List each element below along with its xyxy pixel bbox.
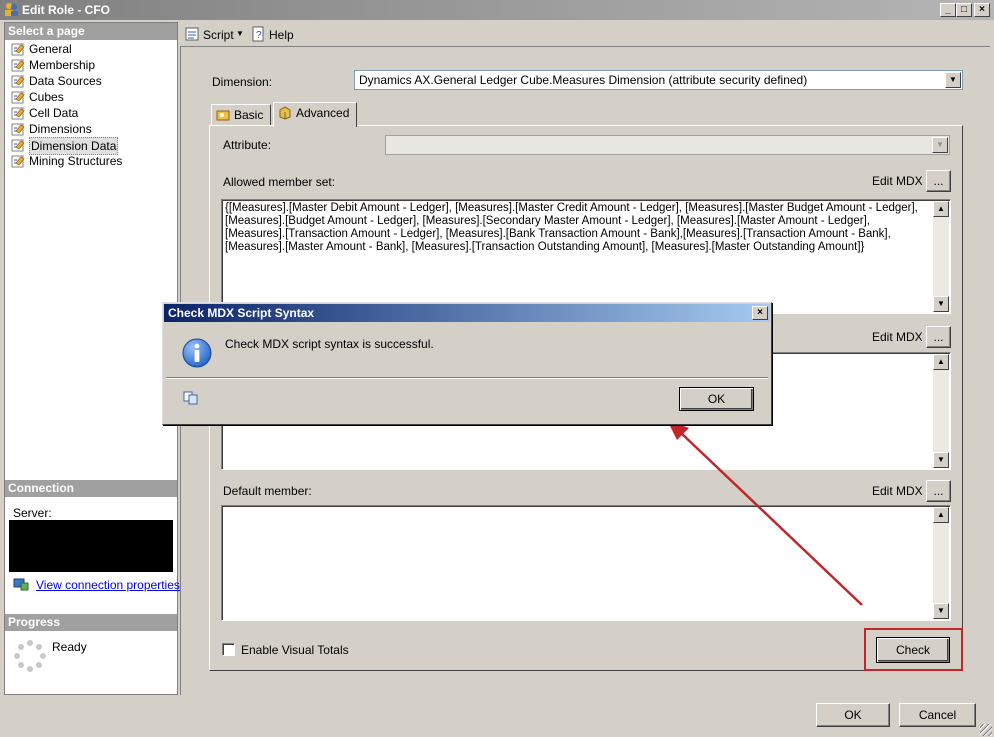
maximize-button[interactable]: □ bbox=[956, 3, 972, 17]
page-icon bbox=[11, 139, 25, 152]
page-icon bbox=[11, 155, 25, 168]
tab-basic-label: Basic bbox=[234, 108, 264, 122]
scroll-down-icon[interactable]: ▼ bbox=[933, 452, 949, 468]
dimension-label: Dimension: bbox=[212, 75, 273, 89]
scroll-down-icon[interactable]: ▼ bbox=[933, 296, 949, 312]
resize-grip[interactable] bbox=[980, 724, 992, 736]
page-icon bbox=[11, 43, 25, 56]
visual-totals-label: Enable Visual Totals bbox=[241, 643, 349, 657]
help-label: Help bbox=[269, 28, 294, 42]
advanced-tab-icon bbox=[279, 106, 291, 120]
basic-tab-icon bbox=[216, 110, 230, 121]
toolbar: Script ▼ ? Help bbox=[180, 22, 994, 46]
attribute-select[interactable]: ▼ bbox=[385, 135, 950, 155]
annotation-highlight-box bbox=[864, 628, 963, 671]
ok-button[interactable]: OK bbox=[816, 703, 890, 727]
sidebar-item-label: Cell Data bbox=[29, 106, 79, 120]
allowed-member-set-label: Allowed member set: bbox=[223, 175, 336, 189]
server-name-redacted bbox=[9, 520, 173, 572]
tab-advanced-label: Advanced bbox=[296, 106, 350, 120]
sidebar-item-label: Mining Structures bbox=[29, 154, 123, 168]
progress-spinner-icon bbox=[14, 640, 46, 672]
default-edit-mdx-button[interactable]: ... bbox=[926, 480, 951, 502]
help-icon: ? bbox=[252, 26, 264, 42]
page-icon bbox=[11, 59, 25, 72]
sidebar-item-mining-structures[interactable]: Mining Structures bbox=[9, 153, 175, 169]
edit-mdx-label: Edit MDX bbox=[872, 174, 923, 188]
info-icon bbox=[182, 338, 212, 368]
script-icon bbox=[185, 27, 199, 41]
connection-header: Connection bbox=[5, 480, 177, 497]
view-connection-properties-link[interactable]: View connection properties bbox=[36, 578, 180, 592]
progress-header: Progress bbox=[5, 614, 177, 631]
denied-edit-mdx-button[interactable]: ... bbox=[926, 326, 951, 348]
dialog-ok-button[interactable]: OK bbox=[679, 387, 754, 411]
scroll-up-icon[interactable]: ▲ bbox=[933, 201, 949, 217]
tab-advanced[interactable]: Advanced bbox=[273, 102, 357, 127]
dimension-select[interactable]: Dynamics AX.General Ledger Cube.Measures… bbox=[354, 70, 963, 90]
attribute-label: Attribute: bbox=[223, 138, 272, 152]
sidebar-item-label: Dimensions bbox=[29, 122, 92, 136]
dialog-close-button[interactable]: × bbox=[752, 306, 768, 320]
page-icon bbox=[11, 107, 25, 120]
edit-mdx-label: Edit MDX bbox=[872, 484, 923, 498]
sidebar-item-dimensions[interactable]: Dimensions bbox=[9, 121, 175, 137]
page-icon bbox=[11, 123, 25, 136]
copy-icon[interactable] bbox=[183, 391, 199, 405]
scroll-up-icon[interactable]: ▲ bbox=[933, 507, 949, 523]
sidebar-item-label: Membership bbox=[29, 58, 96, 72]
close-button[interactable]: × bbox=[974, 3, 990, 17]
chevron-down-icon[interactable]: ▼ bbox=[932, 137, 948, 153]
allowed-member-set-input[interactable]: {[Measures].[Master Debit Amount - Ledge… bbox=[221, 199, 951, 314]
page-icon bbox=[11, 91, 25, 104]
scroll-up-icon[interactable]: ▲ bbox=[933, 354, 949, 370]
default-member-input[interactable]: ▲ ▼ bbox=[221, 505, 951, 621]
edit-mdx-label: Edit MDX bbox=[872, 330, 923, 344]
allowed-member-set-text: {[Measures].[Master Debit Amount - Ledge… bbox=[225, 202, 918, 253]
help-button[interactable]: ? Help bbox=[248, 24, 296, 44]
svg-text:?: ? bbox=[256, 30, 262, 41]
sidebar-item-cell-data[interactable]: Cell Data bbox=[9, 105, 175, 121]
visual-totals-checkbox[interactable] bbox=[222, 643, 235, 656]
sidebar-item-general[interactable]: General bbox=[9, 41, 175, 57]
sidebar-item-label: General bbox=[29, 42, 72, 56]
sidebar-item-dimension-data[interactable]: Dimension Data bbox=[9, 137, 175, 155]
chevron-down-icon: ▼ bbox=[236, 29, 244, 38]
connection-properties-icon bbox=[13, 578, 29, 591]
check-mdx-dialog: Check MDX Script Syntax × Check MDX scri… bbox=[162, 302, 772, 425]
dialog-title: Check MDX Script Syntax bbox=[168, 306, 315, 320]
role-icon bbox=[5, 3, 18, 16]
scrollbar[interactable]: ▲ ▼ bbox=[933, 201, 949, 312]
left-pane: Select a page General Membership Data Sour… bbox=[4, 22, 180, 695]
sidebar-item-label: Data Sources bbox=[29, 74, 102, 88]
scroll-down-icon[interactable]: ▼ bbox=[933, 603, 949, 619]
cancel-button[interactable]: Cancel bbox=[899, 703, 976, 727]
dialog-divider bbox=[166, 377, 768, 379]
sidebar-item-label: Cubes bbox=[29, 90, 64, 104]
allowed-edit-mdx-button[interactable]: ... bbox=[926, 170, 951, 192]
script-label: Script bbox=[203, 28, 234, 42]
window-title-bar[interactable]: Edit Role - CFO _ □ × bbox=[0, 0, 994, 20]
sidebar-item-data-sources[interactable]: Data Sources bbox=[9, 73, 175, 89]
progress-status: Ready bbox=[52, 640, 87, 654]
default-member-label: Default member: bbox=[223, 484, 312, 498]
dialog-title-bar[interactable]: Check MDX Script Syntax bbox=[164, 304, 770, 322]
window-title: Edit Role - CFO bbox=[22, 3, 110, 17]
server-label: Server: bbox=[13, 506, 52, 520]
sidebar-item-membership[interactable]: Membership bbox=[9, 57, 175, 73]
select-page-header: Select a page bbox=[5, 23, 177, 40]
scrollbar[interactable]: ▲ ▼ bbox=[933, 507, 949, 619]
dialog-message: Check MDX script syntax is successful. bbox=[225, 337, 434, 351]
tab-basic[interactable]: Basic bbox=[211, 104, 271, 126]
page-icon bbox=[11, 75, 25, 88]
dimension-value: Dynamics AX.General Ledger Cube.Measures… bbox=[359, 73, 808, 87]
scrollbar[interactable]: ▲ ▼ bbox=[933, 354, 949, 468]
chevron-down-icon[interactable]: ▼ bbox=[945, 72, 961, 88]
sidebar-item-cubes[interactable]: Cubes bbox=[9, 89, 175, 105]
script-button[interactable]: Script ▼ bbox=[182, 24, 246, 44]
minimize-button[interactable]: _ bbox=[940, 3, 956, 17]
